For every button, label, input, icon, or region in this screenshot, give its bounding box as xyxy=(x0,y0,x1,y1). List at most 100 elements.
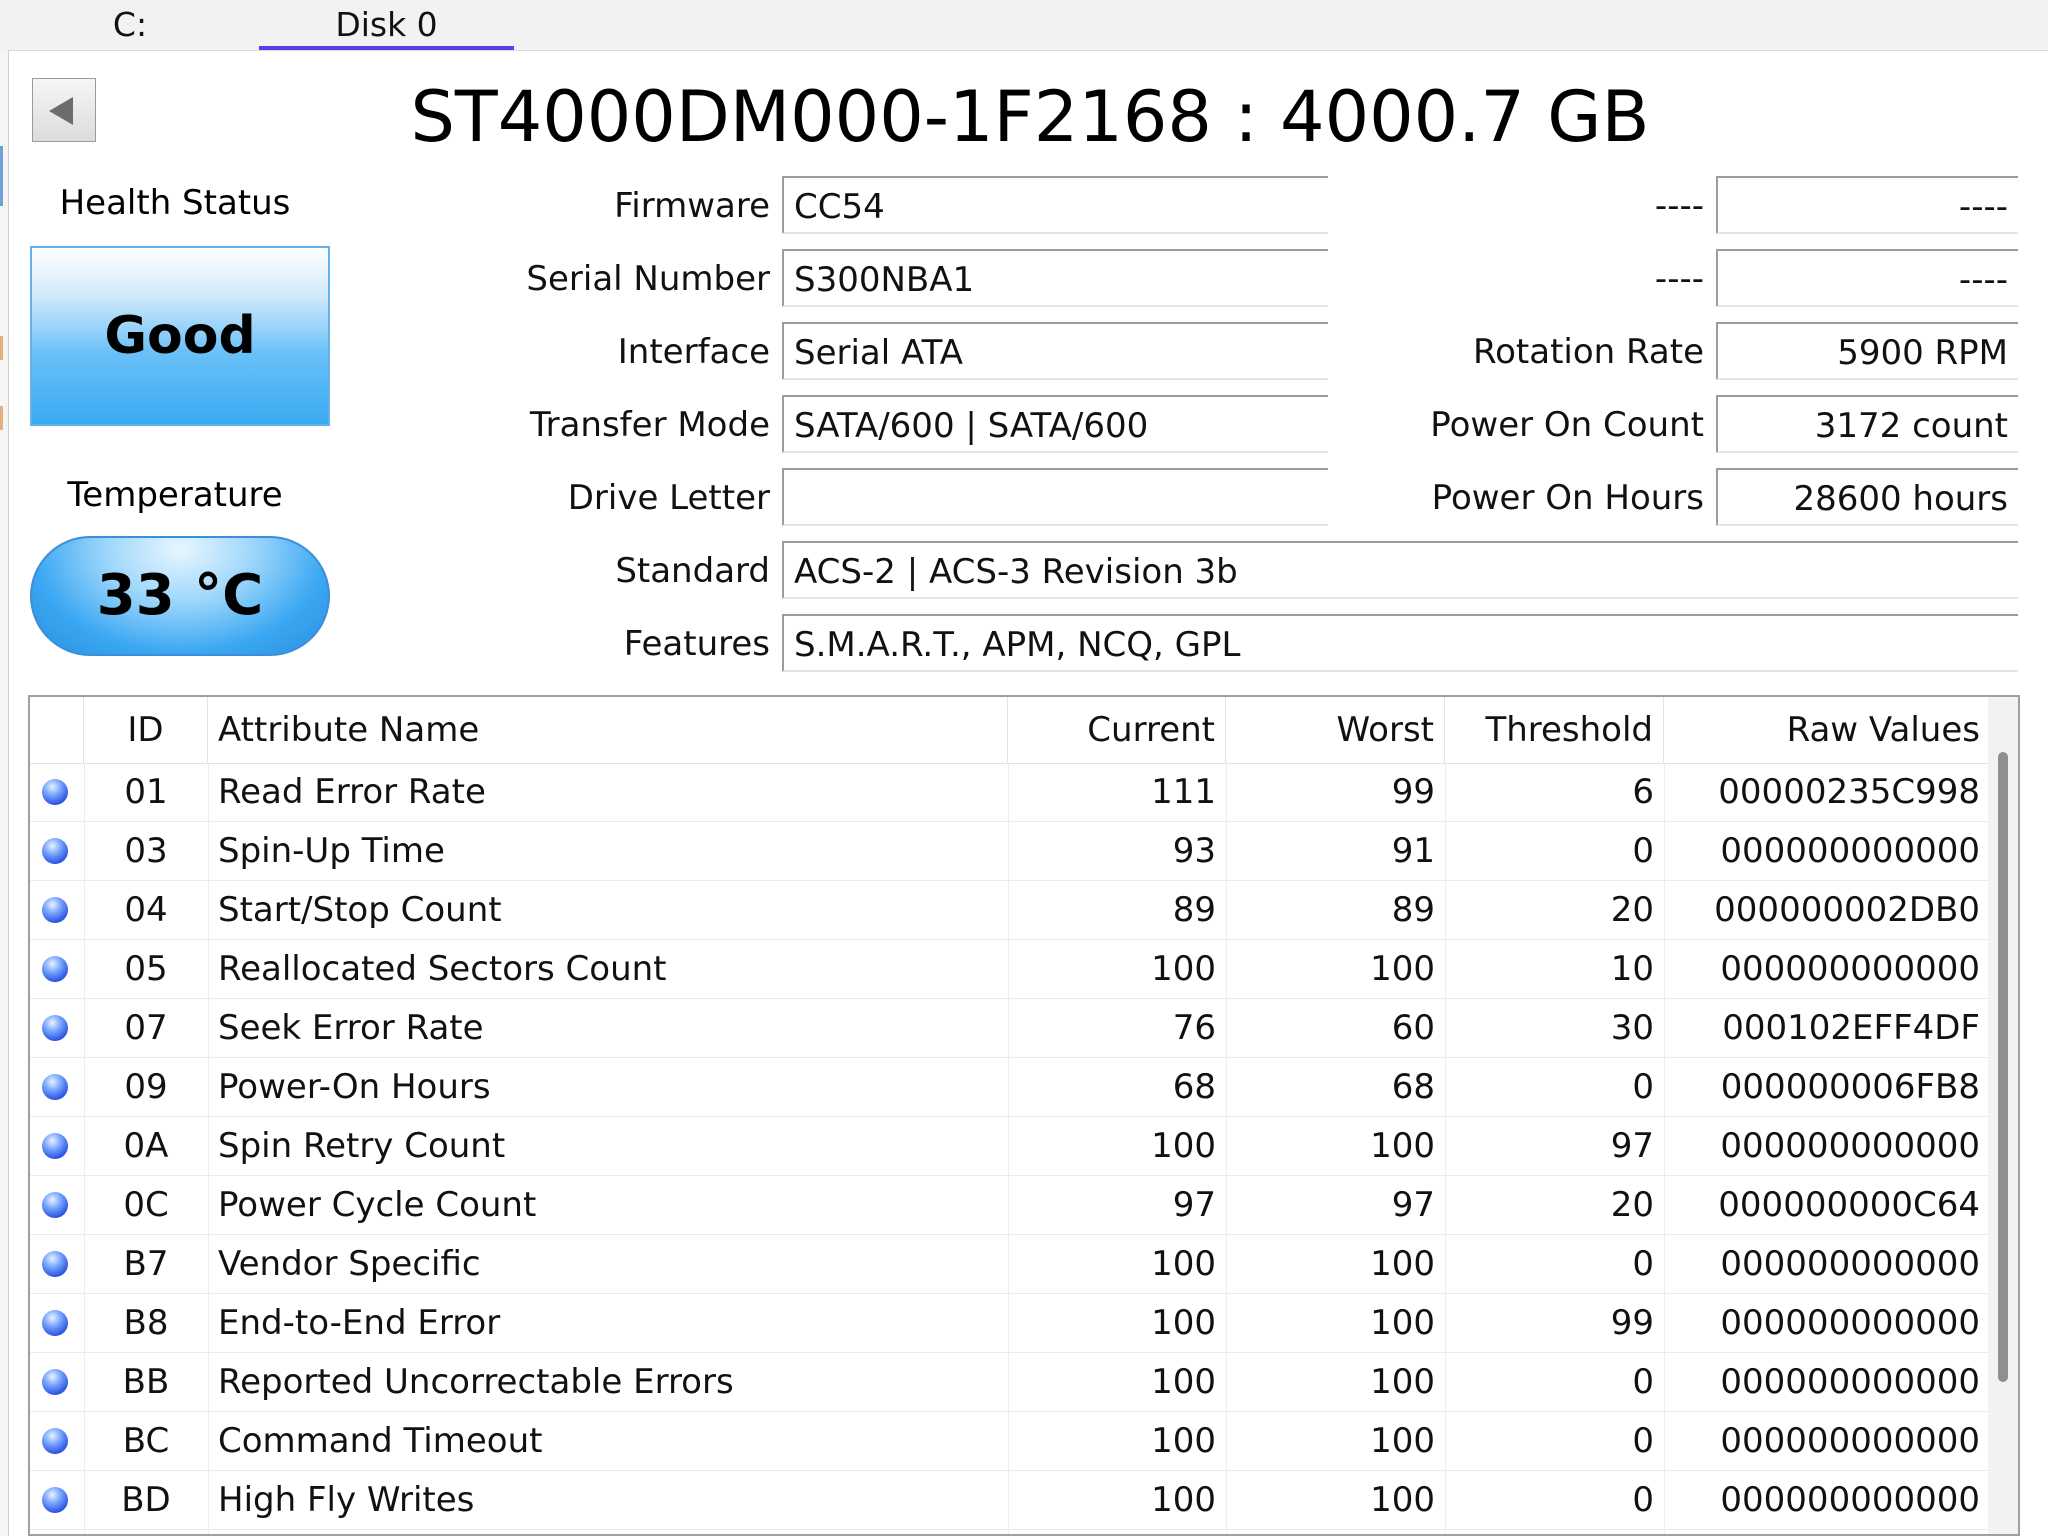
attribute-name: Start/Stop Count xyxy=(218,890,502,930)
smart-attributes-table[interactable]: ID Attribute Name Current Worst Threshol… xyxy=(28,695,2020,1536)
threshold-value: 0 xyxy=(1632,1244,1654,1284)
standard-value: ACS-2 | ACS-3 Revision 3b xyxy=(782,541,2018,599)
transfer-mode-value: SATA/600 | SATA/600 xyxy=(782,395,1328,453)
features-value: S.M.A.R.T., APM, NCQ, GPL xyxy=(782,614,2018,672)
status-dot-icon xyxy=(42,1369,68,1395)
health-status-button[interactable]: Good xyxy=(30,246,330,426)
column-separator xyxy=(1226,763,1227,1534)
temperature-button[interactable]: 33 °C xyxy=(30,536,330,656)
current-value: 100 xyxy=(1151,1303,1216,1343)
table-row[interactable]: B7 Vendor Specific 100 100 0 000000000000 xyxy=(30,1235,1990,1294)
table-row[interactable]: 0A Spin Retry Count 100 100 97 000000000000 xyxy=(30,1117,1990,1176)
worst-column-header[interactable]: Worst xyxy=(1226,697,1445,763)
attribute-id: 01 xyxy=(124,772,168,812)
attribute-name: Reported Uncorrectable Errors xyxy=(218,1362,734,1402)
current-value: 100 xyxy=(1151,1421,1216,1461)
unused-label: ---- xyxy=(1654,186,1704,226)
power-on-count-label: Power On Count xyxy=(1430,405,1704,445)
table-header: ID Attribute Name Current Worst Threshol… xyxy=(30,697,1990,764)
power-on-hours-label: Power On Hours xyxy=(1431,478,1704,518)
current-value: 111 xyxy=(1151,772,1216,812)
status-dot-icon xyxy=(42,1428,68,1454)
status-dot-icon xyxy=(42,956,68,982)
worst-value: 60 xyxy=(1391,1008,1435,1048)
table-row[interactable]: 0C Power Cycle Count 97 97 20 000000000C64 xyxy=(30,1176,1990,1235)
worst-value: 100 xyxy=(1370,949,1435,989)
unused-value: ---- xyxy=(1716,176,2018,234)
current-value: 100 xyxy=(1151,1362,1216,1402)
attribute-name: Read Error Rate xyxy=(218,772,486,812)
previous-disk-button[interactable] xyxy=(32,78,96,142)
table-row[interactable]: BD High Fly Writes 100 100 0 000000000000 xyxy=(30,1471,1990,1530)
table-row[interactable]: 04 Start/Stop Count 89 89 20 000000002DB0 xyxy=(30,881,1990,940)
current-column-header[interactable]: Current xyxy=(1008,697,1226,763)
column-separator xyxy=(1445,763,1446,1534)
threshold-value: 0 xyxy=(1632,1480,1654,1520)
attribute-name: High Fly Writes xyxy=(218,1480,475,1520)
status-dot-icon xyxy=(42,1487,68,1513)
threshold-value: 97 xyxy=(1610,1126,1654,1166)
firmware-value: CC54 xyxy=(782,176,1328,234)
interface-label: Interface xyxy=(617,332,770,372)
attribute-name: Command Timeout xyxy=(218,1421,543,1461)
status-dot-icon xyxy=(42,1251,68,1277)
raw-value: 000000000000 xyxy=(1720,1421,1980,1461)
current-value: 100 xyxy=(1151,949,1216,989)
column-separator xyxy=(1008,763,1009,1534)
threshold-value: 99 xyxy=(1610,1303,1654,1343)
attribute-name: Power Cycle Count xyxy=(218,1185,537,1225)
table-row[interactable]: 05 Reallocated Sectors Count 100 100 10 00000… xyxy=(30,940,1990,999)
current-value: 100 xyxy=(1151,1244,1216,1284)
threshold-value: 6 xyxy=(1632,772,1654,812)
table-row[interactable]: 07 Seek Error Rate 76 60 30 000102EFF4DF xyxy=(30,999,1990,1058)
disk-tab-bar: C: Disk 0 xyxy=(0,0,2048,51)
status-dot-icon xyxy=(42,779,68,805)
current-value: 100 xyxy=(1151,1126,1216,1166)
id-column-header[interactable]: ID xyxy=(84,697,208,763)
table-row[interactable]: 09 Power-On Hours 68 68 0 000000006FB8 xyxy=(30,1058,1990,1117)
raw-values-column-header[interactable]: Raw Values xyxy=(1664,697,1990,763)
threshold-value: 0 xyxy=(1632,1421,1654,1461)
threshold-value: 10 xyxy=(1610,949,1654,989)
edge-accent xyxy=(0,406,3,430)
threshold-value: 0 xyxy=(1632,1067,1654,1107)
threshold-value: 0 xyxy=(1632,831,1654,871)
worst-value: 100 xyxy=(1370,1244,1435,1284)
tab-drive-c[interactable]: C: xyxy=(90,0,170,50)
attribute-name-column-header[interactable]: Attribute Name xyxy=(208,697,1008,763)
attribute-name: Vendor Specific xyxy=(218,1244,481,1284)
worst-value: 97 xyxy=(1391,1185,1435,1225)
power-on-hours-value: 28600 hours xyxy=(1716,468,2018,526)
raw-value: 000000000000 xyxy=(1720,831,1980,871)
table-row[interactable]: 01 Read Error Rate 111 99 6 00000235C998 xyxy=(30,763,1990,822)
attribute-id: BB xyxy=(122,1362,170,1402)
attribute-name: Spin-Up Time xyxy=(218,831,445,871)
table-scrollbar[interactable] xyxy=(1988,697,2018,1534)
status-column-header[interactable] xyxy=(30,697,84,763)
threshold-value: 0 xyxy=(1632,1362,1654,1402)
status-dot-icon xyxy=(42,1074,68,1100)
serial-number-value: S300NBA1 xyxy=(782,249,1328,307)
table-row[interactable]: BB Reported Uncorrectable Errors 100 100 0 00… xyxy=(30,1353,1990,1412)
attribute-name: End-to-End Error xyxy=(218,1303,501,1343)
disk-title: ST4000DM000-1F2168 : 4000.7 GB xyxy=(410,76,1650,158)
tab-disk-0[interactable]: Disk 0 xyxy=(259,0,514,50)
table-row[interactable]: 03 Spin-Up Time 93 91 0 000000000000 xyxy=(30,822,1990,881)
threshold-column-header[interactable]: Threshold xyxy=(1445,697,1664,763)
attribute-name: Seek Error Rate xyxy=(218,1008,484,1048)
raw-value: 000000002DB0 xyxy=(1714,890,1980,930)
table-row[interactable]: B8 End-to-End Error 100 100 99 000000000000 xyxy=(30,1294,1990,1353)
table-row[interactable]: BC Command Timeout 100 100 0 000000000000 xyxy=(30,1412,1990,1471)
worst-value: 100 xyxy=(1370,1480,1435,1520)
scrollbar-thumb[interactable] xyxy=(1998,752,2008,1382)
edge-accent xyxy=(0,336,3,360)
raw-value: 00000235C998 xyxy=(1718,772,1980,812)
status-dot-icon xyxy=(42,897,68,923)
attribute-id: B7 xyxy=(123,1244,169,1284)
current-value: 97 xyxy=(1172,1185,1216,1225)
raw-value: 000102EFF4DF xyxy=(1722,1008,1980,1048)
current-value: 76 xyxy=(1172,1008,1216,1048)
left-window-edge xyxy=(0,50,9,1536)
raw-value: 000000000000 xyxy=(1720,949,1980,989)
attribute-id: 07 xyxy=(124,1008,168,1048)
